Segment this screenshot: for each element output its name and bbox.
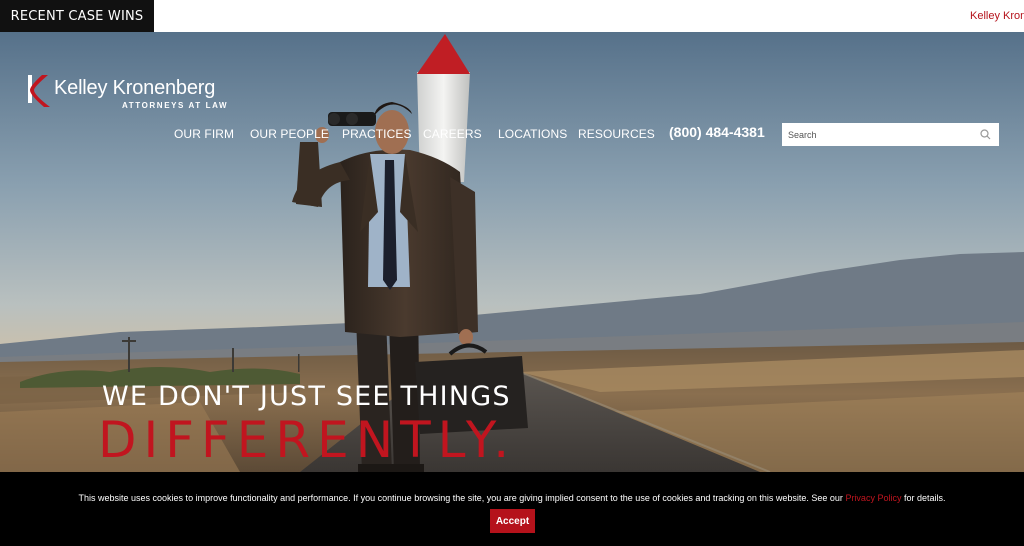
recent-case-wins-label[interactable]: RECENT CASE WINS (0, 0, 154, 32)
nav-item-locations[interactable]: LOCATIONS (498, 127, 567, 141)
kelley-k-logo-icon (28, 75, 50, 107)
search-icon[interactable] (980, 129, 991, 140)
cookie-consent-banner: This website uses cookies to improve fun… (0, 472, 1024, 546)
nav-item-our-firm[interactable]: OUR FIRM (174, 127, 234, 141)
ticker-scrolling-text[interactable]: Kelley Kronenberg (964, 0, 1024, 32)
top-ticker-bar: RECENT CASE WINS Kelley Kronenberg (0, 0, 1024, 32)
nav-item-resources[interactable]: RESOURCES (578, 127, 655, 141)
privacy-policy-link[interactable]: Privacy Policy (845, 493, 901, 503)
hero-headline-line1: WE DON'T JUST SEE THINGS (102, 381, 511, 412)
cookie-text-before: This website uses cookies to improve fun… (78, 493, 846, 503)
site-logo[interactable]: Kelley Kronenberg ATTORNEYS AT LAW (26, 73, 246, 115)
hero-headline-line2: DIFFERENTLY. (98, 411, 517, 469)
cookie-message: This website uses cookies to improve fun… (0, 493, 1024, 503)
nav-item-our-people[interactable]: OUR PEOPLE (250, 127, 329, 141)
search-input[interactable] (782, 124, 972, 145)
search-box (782, 123, 999, 146)
cookie-text-after: for details. (901, 493, 946, 503)
nav-item-careers[interactable]: CAREERS (423, 127, 482, 141)
accept-cookies-button[interactable]: Accept (490, 509, 535, 533)
logo-name: Kelley Kronenberg (54, 77, 216, 99)
logo-subtitle: ATTORNEYS AT LAW (122, 101, 229, 110)
phone-number-link[interactable]: (800) 484-4381 (669, 124, 765, 140)
nav-item-practices[interactable]: PRACTICES (342, 127, 412, 141)
